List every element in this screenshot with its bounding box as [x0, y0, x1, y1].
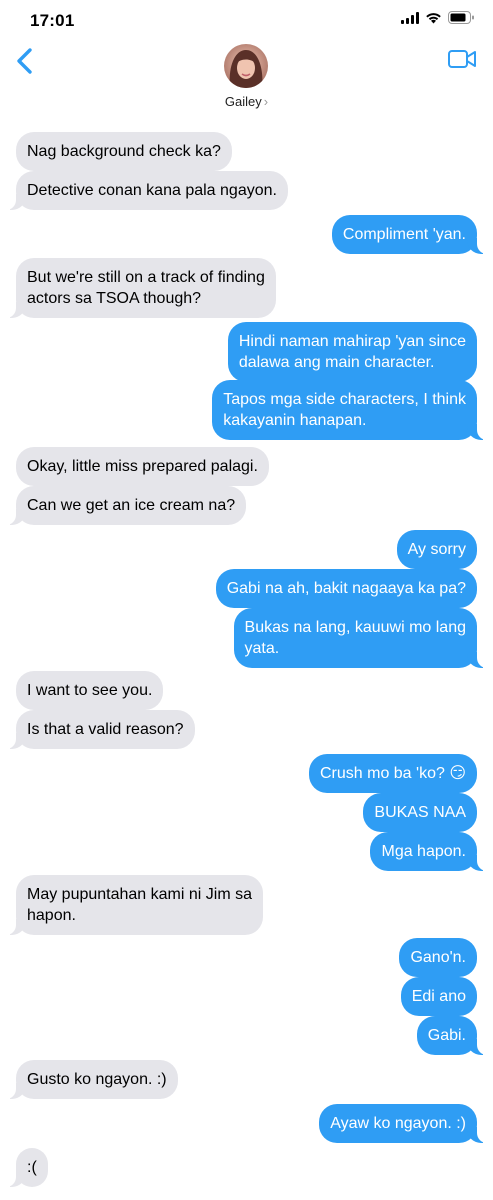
- status-bar: 17:01: [0, 0, 493, 40]
- outgoing-message[interactable]: BUKAS NAA: [363, 793, 477, 832]
- message-text: :(: [27, 1157, 37, 1178]
- message-text: Is that a valid reason?: [27, 719, 184, 740]
- message-text: Gusto ko ngayon. :): [27, 1069, 167, 1090]
- cellular-signal-icon: [401, 11, 419, 24]
- message-line: Ay sorry: [407, 541, 466, 558]
- outgoing-message[interactable]: Ayaw ko ngayon. :): [319, 1104, 489, 1143]
- incoming-message[interactable]: But we're still on a track of finding act…: [4, 258, 276, 318]
- wifi-icon: [426, 12, 441, 23]
- message-line: dalawa ang main character.: [238, 354, 435, 371]
- message-line: Compliment 'yan.: [342, 226, 466, 243]
- outgoing-message[interactable]: Hindi naman mahirap 'yan since dalawa ang…: [227, 322, 477, 382]
- outgoing-message[interactable]: Bukas na lang, kauuwi mo lang yata.: [233, 608, 490, 668]
- message-text: Nag background check ka?: [27, 141, 221, 162]
- message-line: But we're still on a track of finding: [27, 269, 265, 286]
- incoming-message[interactable]: Nag background check ka?: [16, 132, 232, 171]
- incoming-message[interactable]: Is that a valid reason?: [4, 710, 195, 749]
- incoming-message[interactable]: Detective conan kana pala ngayon.: [4, 171, 288, 210]
- message-line: Mga hapon.: [381, 843, 466, 860]
- message-line: Crush mo ba 'ko? 😏: [319, 765, 466, 782]
- message-line: Bukas na lang, kauuwi mo lang: [244, 619, 466, 636]
- message-line: Gabi na ah, bakit nagaaya ka pa?: [226, 580, 466, 597]
- message-line: :(: [27, 1159, 37, 1176]
- contact-name-button[interactable]: Gailey ›: [0, 94, 493, 109]
- chevron-left-icon[interactable]: [14, 46, 38, 76]
- outgoing-message[interactable]: Edi ano: [400, 977, 477, 1016]
- message-line: yata.: [244, 640, 280, 657]
- message-line: Detective conan kana pala ngayon.: [27, 182, 277, 199]
- message-text: Ayaw ko ngayon. :): [330, 1113, 466, 1134]
- outgoing-message[interactable]: Crush mo ba 'ko? 😏: [308, 754, 477, 793]
- battery-icon: [448, 11, 474, 24]
- message-text: BUKAS NAA: [374, 802, 466, 823]
- message-text: Crush mo ba 'ko? 😏: [320, 763, 466, 784]
- status-icons: [401, 11, 475, 24]
- message-text: Mga hapon.: [381, 841, 466, 862]
- message-text: Edi ano: [412, 986, 466, 1007]
- message-line: May pupuntahan kami ni Jim sa: [27, 886, 252, 903]
- message-text: Compliment 'yan.: [343, 224, 466, 245]
- message-line: actors sa TSOA though?: [27, 290, 202, 307]
- message-line: Edi ano: [411, 988, 466, 1005]
- message-text: Detective conan kana pala ngayon.: [27, 180, 277, 201]
- incoming-message[interactable]: Can we get an ice cream na?: [3, 486, 247, 525]
- message-text: Gabi na ah, bakit nagaaya ka pa?: [227, 578, 466, 599]
- message-text: Ay sorry: [408, 539, 466, 560]
- message-text: I want to see you.: [27, 680, 152, 701]
- incoming-message[interactable]: Gusto ko ngayon. :): [4, 1060, 178, 1099]
- message-text: May pupuntahan kami ni Jim sa hapon.: [27, 884, 252, 926]
- contact-name: Gailey: [224, 94, 262, 109]
- message-text: Gabi.: [428, 1025, 466, 1046]
- message-text: Gano'n.: [410, 947, 466, 968]
- message-line: Gabi.: [427, 1027, 466, 1044]
- message-text: Hindi naman mahirap 'yan since dalawa ang…: [239, 331, 466, 373]
- outgoing-message[interactable]: Ay sorry: [396, 530, 477, 569]
- incoming-message[interactable]: I want to see you.: [16, 671, 164, 710]
- message-line: kakayanin hanapan.: [223, 412, 367, 429]
- outgoing-message[interactable]: Compliment 'yan.: [331, 215, 490, 254]
- outgoing-message[interactable]: Gano'n.: [399, 938, 477, 977]
- incoming-message[interactable]: Okay, little miss prepared palagi.: [16, 447, 269, 486]
- status-time: 17:01: [30, 11, 75, 30]
- outgoing-message[interactable]: Gabi na ah, bakit nagaaya ka pa?: [215, 569, 477, 608]
- outgoing-message[interactable]: Mga hapon.: [370, 832, 489, 871]
- outgoing-message[interactable]: Gabi.: [416, 1016, 490, 1055]
- message-text: Okay, little miss prepared palagi.: [27, 456, 258, 477]
- video-camera-icon[interactable]: [448, 49, 476, 69]
- message-text: Can we get an ice cream na?: [27, 495, 235, 516]
- message-line: Nag background check ka?: [27, 143, 221, 160]
- message-line: Ayaw ko ngayon. :): [330, 1115, 466, 1132]
- message-line: Tapos mga side characters, I think: [223, 391, 466, 408]
- incoming-message[interactable]: May pupuntahan kami ni Jim sa hapon.: [4, 875, 263, 935]
- message-line: Gusto ko ngayon. :): [27, 1071, 167, 1088]
- outgoing-message[interactable]: Tapos mga side characters, I think kakaya…: [212, 380, 489, 440]
- message-text: Tapos mga side characters, I think kakaya…: [223, 389, 466, 431]
- message-line: Is that a valid reason?: [27, 721, 184, 738]
- avatar[interactable]: [224, 44, 268, 88]
- conversation-header: Gailey ›: [0, 40, 493, 114]
- message-line: Can we get an ice cream na?: [27, 497, 236, 514]
- message-line: I want to see you.: [27, 682, 153, 699]
- message-line: BUKAS NAA: [374, 804, 466, 821]
- message-line: Gano'n.: [410, 949, 466, 966]
- message-text: Bukas na lang, kauuwi mo lang yata.: [245, 617, 466, 659]
- message-line: Hindi naman mahirap 'yan since: [238, 333, 466, 350]
- message-line: Okay, little miss prepared palagi.: [27, 458, 258, 475]
- incoming-message[interactable]: :(: [4, 1148, 48, 1187]
- chevron-right-icon: ›: [263, 94, 269, 109]
- message-line: hapon.: [27, 907, 76, 924]
- message-text: But we're still on a track of finding act…: [27, 267, 265, 309]
